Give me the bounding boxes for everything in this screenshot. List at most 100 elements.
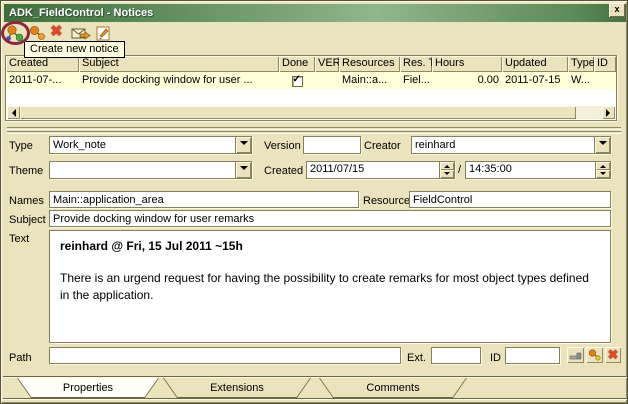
col-done[interactable]: Done: [279, 56, 315, 72]
tool-icon: [569, 350, 582, 361]
type-value: Work_note: [50, 139, 235, 151]
cell-type: W...: [568, 72, 594, 89]
arrow-right-icon: [606, 109, 614, 117]
col-subject[interactable]: Subject: [79, 56, 279, 72]
splitter-groove[interactable]: [7, 127, 621, 130]
resource-input[interactable]: [409, 191, 611, 208]
theme-label: Theme: [9, 165, 43, 177]
time-spinner[interactable]: [595, 162, 610, 178]
ext-label: Ext.: [407, 352, 426, 364]
spin-down-button[interactable]: [440, 170, 454, 178]
new-id-button[interactable]: [586, 347, 603, 363]
spin-down-button[interactable]: [596, 170, 610, 178]
path-label: Path: [9, 352, 32, 364]
table-row[interactable]: 2011-07-... Provide docking window for u…: [6, 72, 616, 89]
text-body: There is an urgend request for having th…: [60, 270, 600, 304]
cell-updated: 2011-07-15: [502, 72, 568, 89]
names-input[interactable]: [49, 191, 359, 208]
cell-ver: [315, 72, 339, 89]
bottom-edge: [3, 398, 627, 400]
tab-extensions[interactable]: Extensions: [163, 378, 311, 398]
path-input[interactable]: [49, 347, 401, 364]
creator-label: Creator: [364, 140, 401, 152]
arrow-down-icon: [600, 172, 606, 178]
scroll-right-button[interactable]: [602, 106, 615, 119]
ext-input[interactable]: [431, 347, 481, 364]
date-time-separator: /: [458, 164, 461, 176]
tab-comments-label: Comments: [320, 378, 466, 397]
arrow-up-icon: [600, 162, 606, 168]
col-ver[interactable]: VER: [315, 56, 339, 72]
text-editor[interactable]: reinhard @ Fri, 15 Jul 2011 ~15h There i…: [49, 230, 611, 343]
tab-properties[interactable]: Properties: [17, 378, 159, 398]
notices-window: ADK_FieldControl - Notices x ✖: [0, 0, 628, 404]
date-spinner[interactable]: [439, 162, 454, 178]
col-resources[interactable]: Resources: [339, 56, 400, 72]
creator-combo[interactable]: reinhard: [411, 136, 611, 154]
splitter-groove[interactable]: [7, 131, 621, 134]
table-header: Created Subject Done VER Resources Res. …: [6, 56, 616, 72]
done-checkbox[interactable]: ✓: [292, 76, 303, 87]
arrow-left-icon: [8, 109, 16, 117]
cell-resources: Main::a...: [339, 72, 400, 89]
arrow-down-icon: [444, 172, 450, 178]
col-hours[interactable]: Hours: [432, 56, 502, 72]
col-created[interactable]: Created: [6, 56, 79, 72]
created-time-value: 14:35:00: [466, 162, 595, 178]
subject-label: Subject: [9, 214, 46, 226]
clear-id-button[interactable]: ✖: [605, 347, 621, 363]
delete-notice-icon: ✖: [50, 23, 63, 40]
tab-properties-label: Properties: [18, 378, 158, 397]
cell-created: 2011-07-...: [6, 72, 79, 89]
scroll-track[interactable]: [576, 106, 602, 119]
chevron-down-icon: [240, 141, 248, 149]
cell-res-type: Fiel...: [400, 72, 432, 89]
cell-done: ✓: [279, 72, 315, 89]
delete-icon: ✖: [608, 348, 619, 362]
annotation-circle: [1, 21, 30, 45]
tooltip: Create new notice: [24, 41, 125, 58]
spin-up-button[interactable]: [596, 162, 610, 170]
spin-up-button[interactable]: [440, 162, 454, 170]
text-label: Text: [9, 233, 29, 245]
col-res-type[interactable]: Res. Type: [400, 56, 432, 72]
created-date-value: 2011/07/15: [307, 162, 439, 178]
tab-comments[interactable]: Comments: [319, 378, 467, 398]
created-date-field[interactable]: 2011/07/15: [306, 161, 455, 179]
creator-value: reinhard: [412, 139, 594, 151]
theme-combo[interactable]: [49, 161, 252, 179]
close-button[interactable]: x: [609, 3, 625, 17]
version-label: Version: [264, 140, 301, 152]
cell-subject: Provide docking window for user ...: [79, 72, 279, 89]
creator-dropdown-button[interactable]: [594, 137, 610, 153]
cell-hours: 0.00: [432, 72, 502, 89]
col-type[interactable]: Type: [568, 56, 594, 72]
created-label: Created: [264, 165, 303, 177]
notice-ball-icon: [588, 349, 601, 361]
col-id[interactable]: ID: [594, 56, 616, 72]
chevron-down-icon: [240, 166, 248, 174]
text-heading: reinhard @ Fri, 15 Jul 2011 ~15h: [60, 239, 600, 253]
cell-id: [594, 72, 616, 89]
table-hscrollbar[interactable]: [7, 106, 615, 119]
id-label: ID: [490, 352, 501, 364]
title-bar[interactable]: ADK_FieldControl - Notices: [4, 4, 626, 22]
chevron-down-icon: [599, 141, 607, 149]
type-combo[interactable]: Work_note: [49, 136, 252, 154]
theme-dropdown-button[interactable]: [235, 162, 251, 178]
col-updated[interactable]: Updated: [502, 56, 568, 72]
arrow-up-icon: [444, 162, 450, 168]
scroll-left-button[interactable]: [7, 106, 20, 119]
check-icon: ✓: [293, 74, 301, 85]
created-time-field[interactable]: 14:35:00: [465, 161, 611, 179]
type-label: Type: [9, 140, 33, 152]
scroll-thumb[interactable]: [20, 106, 576, 119]
type-dropdown-button[interactable]: [235, 137, 251, 153]
id-input[interactable]: [505, 347, 560, 364]
subject-input[interactable]: [49, 210, 611, 227]
window-title: ADK_FieldControl - Notices: [9, 7, 153, 19]
notices-table: Created Subject Done VER Resources Res. …: [5, 55, 617, 121]
names-label: Names: [9, 195, 44, 207]
apply-path-button[interactable]: [567, 347, 584, 363]
version-input[interactable]: [303, 136, 361, 154]
